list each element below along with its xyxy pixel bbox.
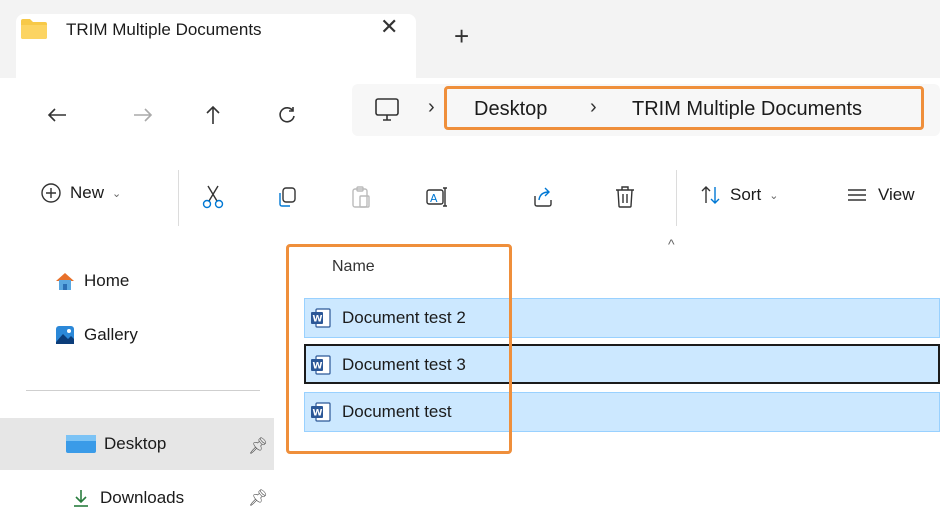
arrow-left-icon [47,108,66,122]
forward-button[interactable] [126,98,160,132]
pin-icon[interactable]: 📌︎ [248,488,268,508]
sidebar-item-label: Home [84,271,130,290]
desktop-icon [66,435,96,453]
sidebar-item-desktop[interactable]: Desktop [66,434,166,454]
trash-icon [616,186,634,208]
rename-button[interactable]: A [420,180,454,214]
new-button[interactable]: New ⌄ [40,182,121,204]
breadcrumb-trim-multiple-documents[interactable]: TRIM Multiple Documents [632,98,862,121]
view-list-icon [848,189,866,201]
arrow-right-icon [134,108,153,122]
arrow-up-icon [206,105,220,124]
plus-circle-icon [41,183,61,203]
breadcrumb-desktop[interactable]: Desktop [474,98,547,121]
scissors-icon [202,185,224,209]
sort-ascending-icon: ^ [668,236,675,252]
copy-button[interactable] [270,180,304,214]
new-button-label: New [70,183,105,202]
view-button[interactable]: View [846,184,915,206]
toolbar-divider [178,170,179,226]
refresh-button[interactable] [270,98,304,132]
sidebar-item-downloads[interactable]: Downloads [72,488,184,508]
sidebar-item-gallery[interactable]: Gallery [54,324,138,346]
sidebar-item-label: Desktop [104,434,167,453]
copy-icon [279,187,296,207]
sidebar-divider [26,390,260,391]
share-button[interactable] [526,180,560,214]
new-tab-button[interactable]: + [454,23,469,49]
pin-icon[interactable]: 📌︎ [248,436,268,456]
clipboard-icon [352,186,370,208]
breadcrumb-separator[interactable]: › [428,96,435,119]
rename-icon: A [426,187,447,207]
view-button-label: View [878,185,915,204]
svg-text:A: A [430,192,438,205]
toolbar-divider [676,170,677,226]
sort-icon [701,186,720,204]
chevron-down-icon: ⌄ [112,187,122,200]
paste-button[interactable] [344,180,378,214]
breadcrumb-separator[interactable]: › [590,96,597,119]
sidebar-item-label: Gallery [84,325,138,344]
tab-close-button[interactable]: ✕ [380,14,398,40]
up-button[interactable] [196,98,230,132]
sidebar-item-label: Downloads [100,488,185,507]
delete-button[interactable] [608,180,642,214]
this-pc-icon[interactable] [372,96,402,124]
refresh-icon [279,107,295,123]
gallery-icon [56,326,74,344]
cut-button[interactable] [196,180,230,214]
chevron-down-icon: ⌄ [769,189,779,202]
home-icon [56,273,74,290]
file-list-highlight [286,244,512,454]
share-icon [534,187,552,207]
sidebar-item-home[interactable]: Home [54,270,129,292]
tab-title: TRIM Multiple Documents [66,20,262,39]
download-icon [74,490,88,507]
back-button[interactable] [40,98,74,132]
sort-button[interactable]: Sort ⌄ [700,184,778,206]
sort-button-label: Sort [730,185,762,204]
folder-icon [21,19,47,39]
